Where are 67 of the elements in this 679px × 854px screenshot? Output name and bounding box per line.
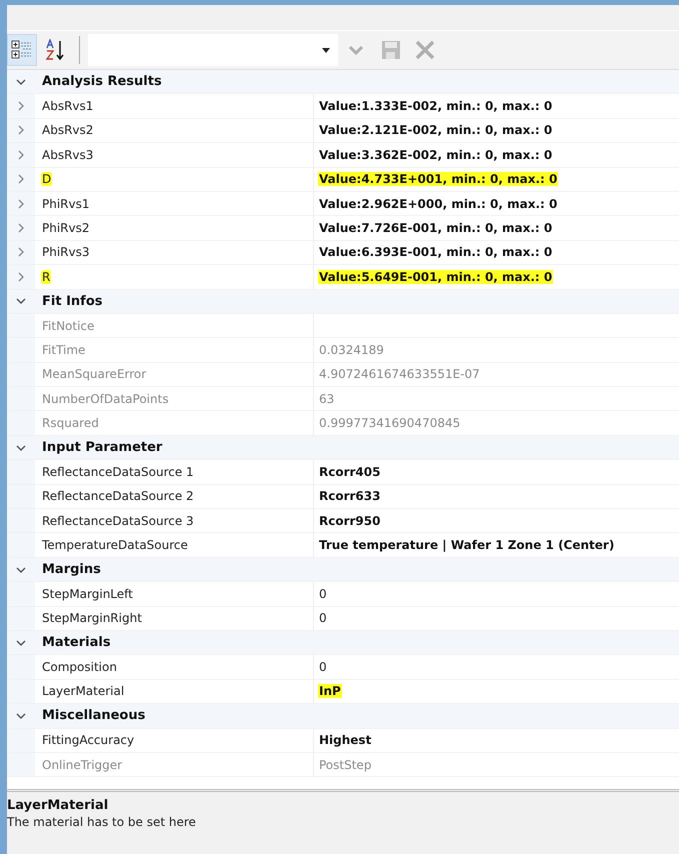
property-name: LayerMaterial: [41, 684, 126, 698]
chevron-right-icon[interactable]: [17, 150, 25, 160]
chevron-right-icon[interactable]: [17, 223, 25, 234]
property-name: MeanSquareError: [41, 367, 148, 382]
category-title: Miscellaneous: [42, 708, 146, 724]
property-name: AbsRvs2: [41, 123, 94, 138]
close-icon: [414, 39, 436, 61]
property-name: AbsRvs3: [41, 148, 94, 162]
chevron-right-icon[interactable]: [17, 272, 25, 282]
property-name: Composition: [41, 660, 118, 674]
chevron-down-icon[interactable]: [16, 296, 26, 306]
property-value[interactable]: Value:5.649E-001, min.: 0, max.: 0: [318, 270, 554, 284]
property-value[interactable]: Value:4.733E+001, min.: 0, max.: 0: [318, 172, 558, 186]
category-title: Fit Infos: [42, 294, 102, 309]
property-value[interactable]: True temperature | Wafer 1 Zone 1 (Center): [318, 538, 616, 552]
chevron-down-icon[interactable]: [16, 638, 26, 648]
property-name: StepMarginRight: [41, 611, 143, 626]
property-name: FitNotice: [41, 318, 96, 333]
category-title: Materials: [42, 635, 111, 650]
property-name: R: [41, 270, 52, 284]
property-value[interactable]: Rcorr405: [318, 464, 382, 479]
chevron-right-icon[interactable]: [17, 174, 25, 184]
save-icon: [380, 39, 402, 61]
chevron-right-icon[interactable]: [17, 101, 25, 112]
property-name: StepMarginLeft: [41, 586, 134, 601]
chevron-right-icon[interactable]: [17, 125, 25, 136]
categorized-view-icon: [11, 40, 33, 60]
property-value[interactable]: Rcorr950: [318, 514, 382, 528]
property-name: FittingAccuracy: [41, 733, 136, 748]
property-value[interactable]: Value:6.393E-001, min.: 0, max.: 0: [318, 245, 554, 260]
chevron-right-icon[interactable]: [17, 198, 25, 209]
description-text: The material has to be set here: [7, 815, 197, 829]
property-value[interactable]: Value:2.962E+000, min.: 0, max.: 0: [318, 196, 558, 211]
property-name: PhiRvs3: [41, 245, 91, 260]
property-value[interactable]: Value:7.726E-001, min.: 0, max.: 0: [318, 221, 554, 236]
property-value[interactable]: 0: [318, 586, 328, 601]
property-name: PhiRvs2: [41, 221, 91, 236]
chevron-down-icon[interactable]: [16, 710, 26, 721]
chevron-right-icon[interactable]: [17, 247, 25, 258]
property-value[interactable]: Value:1.333E-002, min.: 0, max.: 0: [318, 99, 554, 114]
property-name: FitTime: [41, 342, 86, 357]
property-name: AbsRvs1: [41, 99, 94, 114]
category-title: Margins: [42, 562, 101, 577]
property-name: ReflectanceDataSource 1: [41, 464, 195, 479]
property-name: OnlineTrigger: [41, 758, 124, 772]
property-value[interactable]: InP: [318, 684, 342, 698]
category-title: Analysis Results: [42, 74, 162, 90]
property-value[interactable]: Highest: [318, 733, 372, 748]
property-name: ReflectanceDataSource 2: [41, 489, 195, 504]
dropdown-arrow-icon: [322, 48, 330, 52]
property-name: ReflectanceDataSource 3: [41, 514, 195, 528]
property-name: D: [41, 172, 52, 186]
description-title: LayerMaterial: [7, 798, 110, 813]
property-name: TemperatureDataSource: [41, 538, 189, 552]
property-value[interactable]: 0: [318, 660, 328, 674]
chevron-down-icon[interactable]: [16, 564, 26, 574]
category-title: Input Parameter: [42, 440, 162, 456]
chevron-down-icon[interactable]: [16, 76, 26, 87]
property-name: NumberOfDataPoints: [41, 392, 170, 406]
property-value[interactable]: Value:3.362E-002, min.: 0, max.: 0: [318, 148, 554, 162]
property-value[interactable]: 0: [318, 611, 328, 626]
property-value[interactable]: Rcorr633: [318, 489, 382, 504]
property-name: Rsquared: [41, 416, 100, 430]
property-name: PhiRvs1: [41, 196, 91, 211]
categorized-button[interactable]: [7, 34, 37, 66]
property-value[interactable]: Value:2.121E-002, min.: 0, max.: 0: [318, 123, 554, 138]
chevron-down-icon[interactable]: [16, 442, 26, 453]
